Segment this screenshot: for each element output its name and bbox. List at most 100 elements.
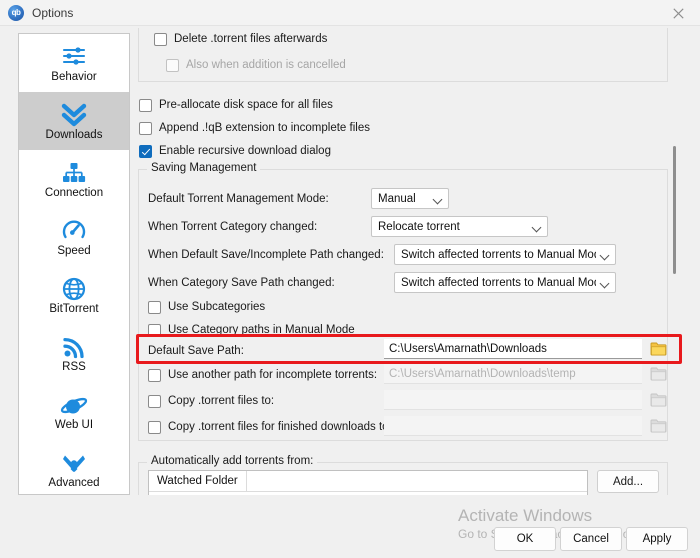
copy-finished-torrent-files-input[interactable] (384, 416, 642, 436)
sliders-icon (61, 43, 87, 69)
folder-icon (650, 342, 666, 355)
checkbox-label: Use Category paths in Manual Mode (168, 324, 355, 336)
sidebar-item-bittorrent[interactable]: BitTorrent (19, 266, 129, 324)
incomplete-path-input[interactable]: C:\Users\Amarnath\Downloads\temp (384, 364, 642, 384)
table-header-row: Watched Folder (149, 471, 587, 492)
use-subcategories-checkbox[interactable]: Use Subcategories (148, 299, 265, 315)
enable-recursive-download-checkbox[interactable]: Enable recursive download dialog (139, 143, 331, 159)
sidebar-item-behavior[interactable]: Behavior (19, 34, 129, 92)
sidebar-item-web-ui[interactable]: Web UI (19, 382, 129, 440)
checkbox-box (139, 98, 152, 112)
sidebar-item-label: RSS (62, 360, 86, 373)
default-save-path-input[interactable]: C:\Users\Amarnath\Downloads (384, 339, 642, 359)
checkbox-box (139, 121, 152, 135)
select-value: Switch affected torrents to Manual Mode (401, 248, 596, 261)
sidebar-item-label: Downloads (45, 128, 103, 141)
chevron-down-icon (432, 193, 444, 205)
also-when-cancelled-checkbox[interactable]: Also when addition is cancelled (166, 57, 346, 73)
checkbox-box (148, 300, 161, 314)
chevron-down-icon (531, 221, 543, 233)
select-value: Manual (378, 192, 416, 205)
torrent-category-changed-select[interactable]: Relocate torrent (371, 216, 548, 237)
checkbox-box (148, 394, 161, 408)
tools-icon (61, 449, 87, 475)
close-icon[interactable] (656, 0, 700, 26)
options-dialog: qb Options Behavior Downloads Connection… (0, 0, 700, 558)
checkbox-label: Pre-allocate disk space for all files (159, 99, 333, 111)
folder-icon (650, 393, 666, 406)
sidebar-item-connection[interactable]: Connection (19, 150, 129, 208)
sidebar-item-label: Connection (44, 186, 104, 199)
cancel-button[interactable]: Cancel (560, 527, 622, 551)
incomplete-path-browse-button (647, 363, 669, 383)
copy-torrent-files-browse-button (647, 389, 669, 409)
default-save-path-label: Default Save Path: (148, 345, 244, 357)
checkbox-label: Copy .torrent files to: (168, 395, 275, 407)
chevron-down-icon (599, 277, 611, 289)
title-bar: qb Options (0, 0, 700, 26)
use-incomplete-path-checkbox[interactable]: Use another path for incomplete torrents… (148, 367, 377, 383)
category-save-path-changed-label: When Category Save Path changed: (148, 277, 335, 289)
group-title: Automatically add torrents from: (147, 455, 318, 467)
checkbox-label: Also when addition is cancelled (186, 59, 346, 71)
select-value: Relocate torrent (378, 220, 460, 233)
checkbox-box (154, 32, 167, 46)
sidebar-item-label: BitTorrent (49, 302, 99, 315)
select-value: Switch affected torrents to Manual Mode (401, 276, 596, 289)
column-header-watched-folder: Watched Folder (149, 471, 247, 491)
default-tmm-label: Default Torrent Management Mode: (148, 193, 329, 205)
checkbox-label: Use Subcategories (168, 301, 266, 313)
checkbox-box (148, 368, 161, 382)
category-save-path-changed-select[interactable]: Switch affected torrents to Manual Mode (394, 272, 616, 293)
copy-torrent-files-checkbox[interactable]: Copy .torrent files to: (148, 393, 274, 409)
append-qb-extension-checkbox[interactable]: Append .!qB extension to incomplete file… (139, 120, 370, 136)
content-scrollbar[interactable] (669, 28, 680, 495)
apply-button[interactable]: Apply (626, 527, 688, 551)
default-save-path-changed-label: When Default Save/Incomplete Path change… (148, 249, 384, 261)
use-category-paths-checkbox[interactable]: Use Category paths in Manual Mode (148, 322, 355, 338)
checkbox-label: Append .!qB extension to incomplete file… (159, 122, 370, 134)
window-title: Options (32, 5, 74, 20)
default-save-path-changed-select[interactable]: Switch affected torrents to Manual Mode (394, 244, 616, 265)
checkbox-label: Delete .torrent files afterwards (174, 33, 328, 45)
delete-torrent-files-checkbox[interactable]: Delete .torrent files afterwards (154, 31, 327, 47)
checkbox-label: Enable recursive download dialog (159, 145, 331, 157)
rss-icon (62, 333, 86, 359)
checkbox-label: Use another path for incomplete torrents… (168, 369, 378, 381)
checkbox-box (139, 144, 152, 158)
folder-icon (650, 367, 666, 380)
sidebar-item-rss[interactable]: RSS (19, 324, 129, 382)
checkbox-label: Copy .torrent files for finished downloa… (168, 421, 392, 433)
globe-icon (61, 275, 87, 301)
copy-finished-torrent-files-checkbox[interactable]: Copy .torrent files for finished downloa… (148, 419, 392, 435)
sidebar-item-label: Advanced (48, 476, 100, 489)
add-watched-folder-button[interactable]: Add... (597, 470, 659, 493)
sidebar-item-label: Speed (57, 244, 91, 257)
sidebar-item-speed[interactable]: Speed (19, 208, 129, 266)
default-tmm-select[interactable]: Manual (371, 188, 449, 209)
speedometer-icon (61, 217, 87, 243)
qbittorrent-logo-icon: qb (8, 4, 24, 21)
settings-content-panel: Delete .torrent files afterwards Also wh… (136, 28, 682, 495)
double-chevron-down-icon (60, 101, 88, 127)
checkbox-box (148, 323, 161, 337)
torrent-category-changed-label: When Torrent Category changed: (148, 221, 318, 233)
scrollbar-thumb[interactable] (673, 146, 676, 274)
settings-sidebar: Behavior Downloads Connection Speed BitT… (18, 33, 130, 495)
planet-icon (60, 391, 88, 417)
pre-allocate-disk-space-checkbox[interactable]: Pre-allocate disk space for all files (139, 97, 333, 113)
copy-torrent-files-input[interactable] (384, 390, 642, 410)
sidebar-item-label: Behavior (51, 70, 97, 83)
sidebar-item-advanced[interactable]: Advanced (19, 440, 129, 494)
sidebar-item-downloads[interactable]: Downloads (19, 92, 129, 150)
checkbox-box (166, 58, 179, 72)
copy-finished-browse-button (647, 415, 669, 435)
checkbox-box (148, 420, 161, 434)
default-save-path-browse-button[interactable] (647, 338, 669, 358)
chevron-down-icon (599, 249, 611, 261)
sidebar-item-label: Web UI (54, 418, 94, 431)
watched-folders-table[interactable]: Watched Folder (148, 470, 588, 495)
ok-button[interactable]: OK (494, 527, 556, 551)
watermark-title: Activate Windows (458, 506, 593, 525)
group-title: Saving Management (147, 162, 261, 174)
